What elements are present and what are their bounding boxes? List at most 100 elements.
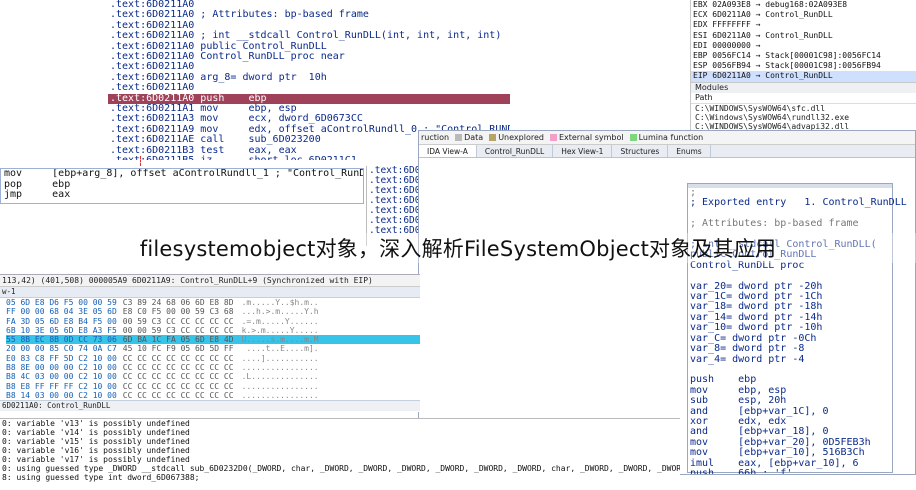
hex-row[interactable]: B8 8E 00 00 00 C2 10 00 CC CC CC CC CC CC… — [6, 363, 420, 372]
hex-bytes[interactable]: CC CC CC CC CC CC CC CC — [123, 382, 234, 391]
code-line[interactable]: var_4= dword ptr -4 — [688, 354, 892, 365]
watermark-caption: filesystemobject对象，深入解析FileSystemObject对… — [0, 233, 916, 263]
code-line[interactable]: var_8= dword ptr -8 — [688, 343, 892, 354]
hex-view-title: w-1 — [0, 287, 420, 298]
register-row[interactable]: EDI 00000000 → — [691, 41, 916, 51]
asm-line[interactable]: mov [ebp+arg_8], offset aControlRundll_1… — [1, 169, 363, 180]
code-line[interactable]: mov [ebp+var_10], 516B3Ch — [688, 447, 892, 458]
legend-label: ruction — [421, 133, 450, 142]
modules-column-path: Path — [691, 93, 916, 104]
hex-row[interactable]: 20 00 00 85 C0 74 0A C7 45 10 FC F9 05 6D… — [6, 344, 420, 353]
hex-footer-address: 6D0211A0: Control_RunDLL — [0, 400, 420, 412]
tab-control-rundll[interactable]: Control_RunDLL — [477, 145, 554, 157]
disassembly-block-left[interactable]: mov [ebp+arg_8], offset aControlRundll_1… — [0, 168, 364, 204]
asm-line[interactable]: jmp eax — [1, 189, 363, 201]
hex-bytes[interactable]: 05 6D E8 D6 F5 00 00 59 — [6, 298, 117, 307]
code-line[interactable]: push 66h ; 'f' — [688, 468, 892, 474]
hex-bytes[interactable]: B8 E8 FF FF FF C2 10 00 — [6, 382, 117, 391]
hex-row[interactable]: FF 00 00 68 04 3E 05 6D E8 C0 F5 00 00 59… — [6, 307, 420, 316]
tab-structures[interactable]: Structures — [612, 145, 669, 157]
legend-swatch — [549, 134, 557, 141]
legend-swatch — [455, 134, 463, 141]
hex-ascii: ................ — [241, 390, 319, 400]
hex-bytes[interactable]: CC CC CC CC CC CC CC CC — [123, 354, 234, 363]
register-row[interactable]: ESI 6D0211A0 → Control_RunDLL — [691, 31, 916, 41]
hex-status-line: 113,42) (401,508) 000005A9 6D0211A9: Con… — [0, 275, 420, 287]
hex-ascii: ....]........... — [241, 353, 319, 363]
hex-ascii: ................ — [241, 381, 319, 391]
module-row[interactable]: C:\WINDOWS\SysWOW64\sfc.dll — [691, 104, 916, 113]
legend-item: Data — [455, 131, 483, 144]
hex-row[interactable]: 05 6D E8 D6 F5 00 00 59 C3 89 24 68 06 6D… — [6, 298, 420, 307]
legend-label: Lumina function — [638, 133, 704, 142]
hex-row[interactable]: B8 E8 FF FF FF C2 10 00 CC CC CC CC CC CC… — [6, 382, 420, 391]
register-row[interactable]: EBP 0056FC14 → Stack[00001C98]:0056FC14 — [691, 51, 916, 61]
hex-row[interactable]: 55 8B EC 8B 0D CC 73 06 6D BA 1C FA 05 6D… — [6, 335, 420, 345]
output-line: 0: variable 'v15' is possibly undefined — [2, 437, 190, 446]
output-line: 0: variable 'v14' is possibly undefined — [2, 428, 190, 437]
legend-item: External symbol — [549, 131, 624, 144]
legend-label: Unexplored — [498, 133, 544, 142]
hex-bytes[interactable]: 45 10 FC F9 05 6D 5D FF — [123, 344, 234, 353]
hex-bytes[interactable]: B8 8E 00 00 00 C2 10 00 — [6, 363, 117, 372]
legend-swatch — [629, 134, 637, 141]
tab-ida-view-a[interactable]: IDA View-A — [419, 145, 477, 157]
hex-bytes[interactable]: 20 00 00 85 C0 74 0A C7 — [6, 344, 117, 353]
hex-ascii: ....t..E....m]. — [241, 344, 319, 354]
hex-ascii: .L.............. — [241, 372, 319, 382]
code-line[interactable]: sub esp, 20h — [688, 395, 892, 406]
output-line: 0: variable 'v13' is possibly undefined — [2, 419, 190, 428]
hex-bytes[interactable]: FA 3D 05 6D E8 B4 F5 00 — [6, 317, 117, 326]
hex-view[interactable]: 113,42) (401,508) 000005A9 6D0211A9: Con… — [0, 274, 420, 412]
hex-bytes[interactable]: FF 00 00 68 04 3E 05 6D — [6, 307, 117, 316]
hex-ascii: ................ — [241, 363, 319, 373]
modules-panel[interactable]: Modules Path C:\WINDOWS\SysWOW64\sfc.dll… — [690, 82, 916, 132]
hex-bytes[interactable]: 00 59 C3 CC CC CC CC CC — [123, 317, 234, 326]
hex-bytes[interactable]: 6B 10 3E 05 6D E8 A3 F5 — [6, 326, 117, 335]
hex-row[interactable]: 6B 10 3E 05 6D E8 A3 F5 00 00 59 C3 CC CC… — [6, 326, 420, 335]
hex-bytes[interactable]: C3 89 24 68 06 6D E8 8D — [123, 298, 234, 307]
hex-ascii: .=.m.....Y...... — [241, 316, 319, 326]
flow-connector — [140, 156, 142, 166]
hex-bytes[interactable]: 55 8B EC 8B 0D CC 73 06 — [6, 335, 117, 344]
module-row[interactable]: C:\Windows\SysWOW64\rundll32.exe — [691, 113, 916, 122]
hex-bytes[interactable]: E0 83 C8 FF 5D C2 10 00 — [6, 354, 117, 363]
legend-item: ruction — [421, 131, 449, 144]
hex-ascii: .m.....Y..$h.m.. — [241, 298, 319, 307]
hex-bytes[interactable]: CC CC CC CC CC CC CC CC — [123, 372, 234, 381]
hex-row[interactable]: B8 4C 03 00 00 C2 10 00 CC CC CC CC CC CC… — [6, 372, 420, 381]
legend-item: Lumina function — [629, 131, 704, 144]
hex-bytes[interactable]: B8 4C 03 00 00 C2 10 00 — [6, 372, 117, 381]
hex-bytes[interactable]: CC CC CC CC CC CC CC CC — [123, 391, 234, 400]
function-graph-node[interactable]: ;; Exported entry 1. Control_RunDLL ; At… — [687, 183, 907, 474]
register-row[interactable]: EIP 6D0211A0 → Control_RunDLL — [691, 71, 916, 82]
register-row[interactable]: ECX 6D0211A0 → Control_RunDLL — [691, 10, 916, 20]
hex-ascii: k.>.m.....Y..... — [241, 325, 319, 335]
modules-title: Modules — [691, 83, 916, 93]
hex-bytes[interactable]: 6D BA 1C FA 05 6D E8 4D — [123, 335, 234, 344]
tab-hex-view-1[interactable]: Hex View-1 — [553, 145, 613, 157]
tab-enums[interactable]: Enums — [668, 145, 711, 157]
output-window[interactable]: 0: variable 'v13' is possibly undefined 0… — [0, 418, 680, 490]
ida-tab-bar[interactable]: IDA View-A Control_RunDLL Hex View-1 Struct… — [419, 145, 915, 158]
register-row[interactable]: ESP 0056FB94 → Stack[00001C98]:0056FB94 — [691, 61, 916, 71]
hex-bytes[interactable]: B8 14 03 00 00 C2 10 00 — [6, 391, 117, 400]
output-line: 0: variable 'v17' is possibly undefined — [2, 455, 190, 464]
hex-row[interactable]: E0 83 C8 FF 5D C2 10 00 CC CC CC CC CC CC… — [6, 354, 420, 363]
navigation-legend: ruction Data Unexplored External symbol Lumi… — [419, 131, 915, 145]
legend-label: Data — [464, 133, 484, 142]
output-line: 0: variable 'v16' is possibly undefined — [2, 446, 190, 455]
register-row[interactable]: EBX 02A093E8 → debug168:02A093E8 — [691, 0, 916, 10]
hex-bytes[interactable]: CC CC CC CC CC CC CC CC — [123, 363, 234, 372]
hex-bytes[interactable]: E8 C0 F5 00 00 59 C3 68 — [123, 307, 234, 316]
registers-panel[interactable]: EBX 02A093E8 → debug168:02A093E8 ECX 6D02… — [690, 0, 916, 82]
output-line: 0: using guessed type _DWORD __stdcall s… — [2, 464, 680, 473]
hex-ascii: ...h.>.m.....Y.h — [241, 307, 319, 317]
register-row[interactable]: EDX FFFFFFFF → — [691, 20, 916, 30]
hex-bytes[interactable]: 00 00 59 C3 CC CC CC CC — [123, 326, 234, 335]
code-line[interactable]: ; Attributes: bp-based frame — [688, 218, 892, 229]
code-line[interactable]: ; Exported entry 1. Control_RunDLL — [688, 197, 907, 208]
hex-row[interactable]: FA 3D 05 6D E8 B4 F5 00 00 59 C3 CC CC CC… — [6, 317, 420, 326]
hex-ascii: U.....s.m....m.M — [241, 335, 319, 345]
hex-row[interactable]: B8 14 03 00 00 C2 10 00 CC CC CC CC CC CC… — [6, 391, 420, 400]
